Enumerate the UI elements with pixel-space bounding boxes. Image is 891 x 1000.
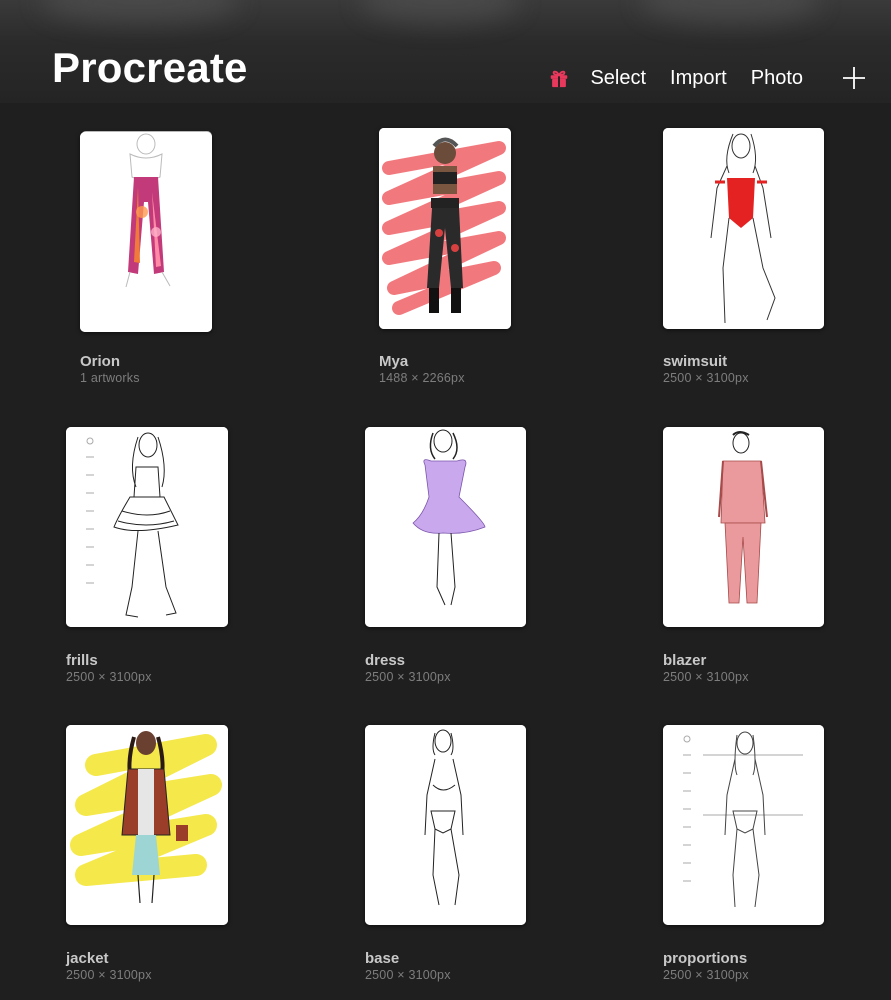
tile-meta: 2500 × 3100px <box>365 968 451 982</box>
tile-name: proportions <box>663 950 748 967</box>
photo-button[interactable]: Photo <box>751 67 803 90</box>
select-button[interactable]: Select <box>590 67 646 90</box>
blurred-background <box>360 0 520 25</box>
proportions-sketch-image <box>663 725 824 925</box>
tile-meta: 2500 × 3100px <box>66 670 152 684</box>
tile-meta: 2500 × 3100px <box>663 371 749 385</box>
app-title: Procreate <box>52 44 248 91</box>
top-bar: Procreate Select Import Photo <box>0 0 891 103</box>
gallery-screen: Procreate Select Import Photo Orion 1 ar… <box>0 0 891 1000</box>
blurred-background <box>640 0 820 25</box>
artwork-thumbnail <box>66 725 228 925</box>
plus-icon[interactable] <box>841 65 867 91</box>
gift-icon[interactable] <box>548 67 570 89</box>
pink-suit-sketch-image <box>663 427 824 627</box>
purple-dress-sketch-image <box>365 427 526 627</box>
base-figure-sketch-image <box>365 725 526 925</box>
artwork-thumbnail <box>663 427 824 627</box>
artwork-thumbnail <box>379 128 511 329</box>
import-button[interactable]: Import <box>670 67 727 90</box>
artwork-thumbnail <box>66 427 228 627</box>
tile-name: dress <box>365 652 406 669</box>
stack-thumbnail <box>80 132 212 332</box>
swimsuit-sketch-image <box>663 128 824 329</box>
tile-name: frills <box>66 652 98 669</box>
leggings-sketch-image <box>80 132 212 332</box>
frills-sketch-image <box>66 427 228 627</box>
tile-meta: 2500 × 3100px <box>663 968 749 982</box>
tile-meta: 1 artworks <box>80 371 140 385</box>
artwork-thumbnail <box>365 427 526 627</box>
gallery-toolbar: Select Import Photo <box>548 64 867 92</box>
tile-name: base <box>365 950 400 967</box>
artwork-thumbnail <box>663 128 824 329</box>
blurred-background <box>40 0 240 25</box>
tile-meta: 1488 × 2266px <box>379 371 465 385</box>
tile-meta: 2500 × 3100px <box>66 968 152 982</box>
tile-name: Mya <box>379 353 409 370</box>
tile-name: blazer <box>663 652 707 669</box>
tile-name: swimsuit <box>663 353 728 370</box>
tile-meta: 2500 × 3100px <box>663 670 749 684</box>
tile-name: jacket <box>66 950 109 967</box>
tile-meta: 2500 × 3100px <box>365 670 451 684</box>
artwork-thumbnail <box>663 725 824 925</box>
tile-name: Orion <box>80 353 120 370</box>
figure-red-scribble-image <box>379 128 511 329</box>
jacket-yellow-scribble-image <box>66 725 228 925</box>
artwork-thumbnail <box>365 725 526 925</box>
